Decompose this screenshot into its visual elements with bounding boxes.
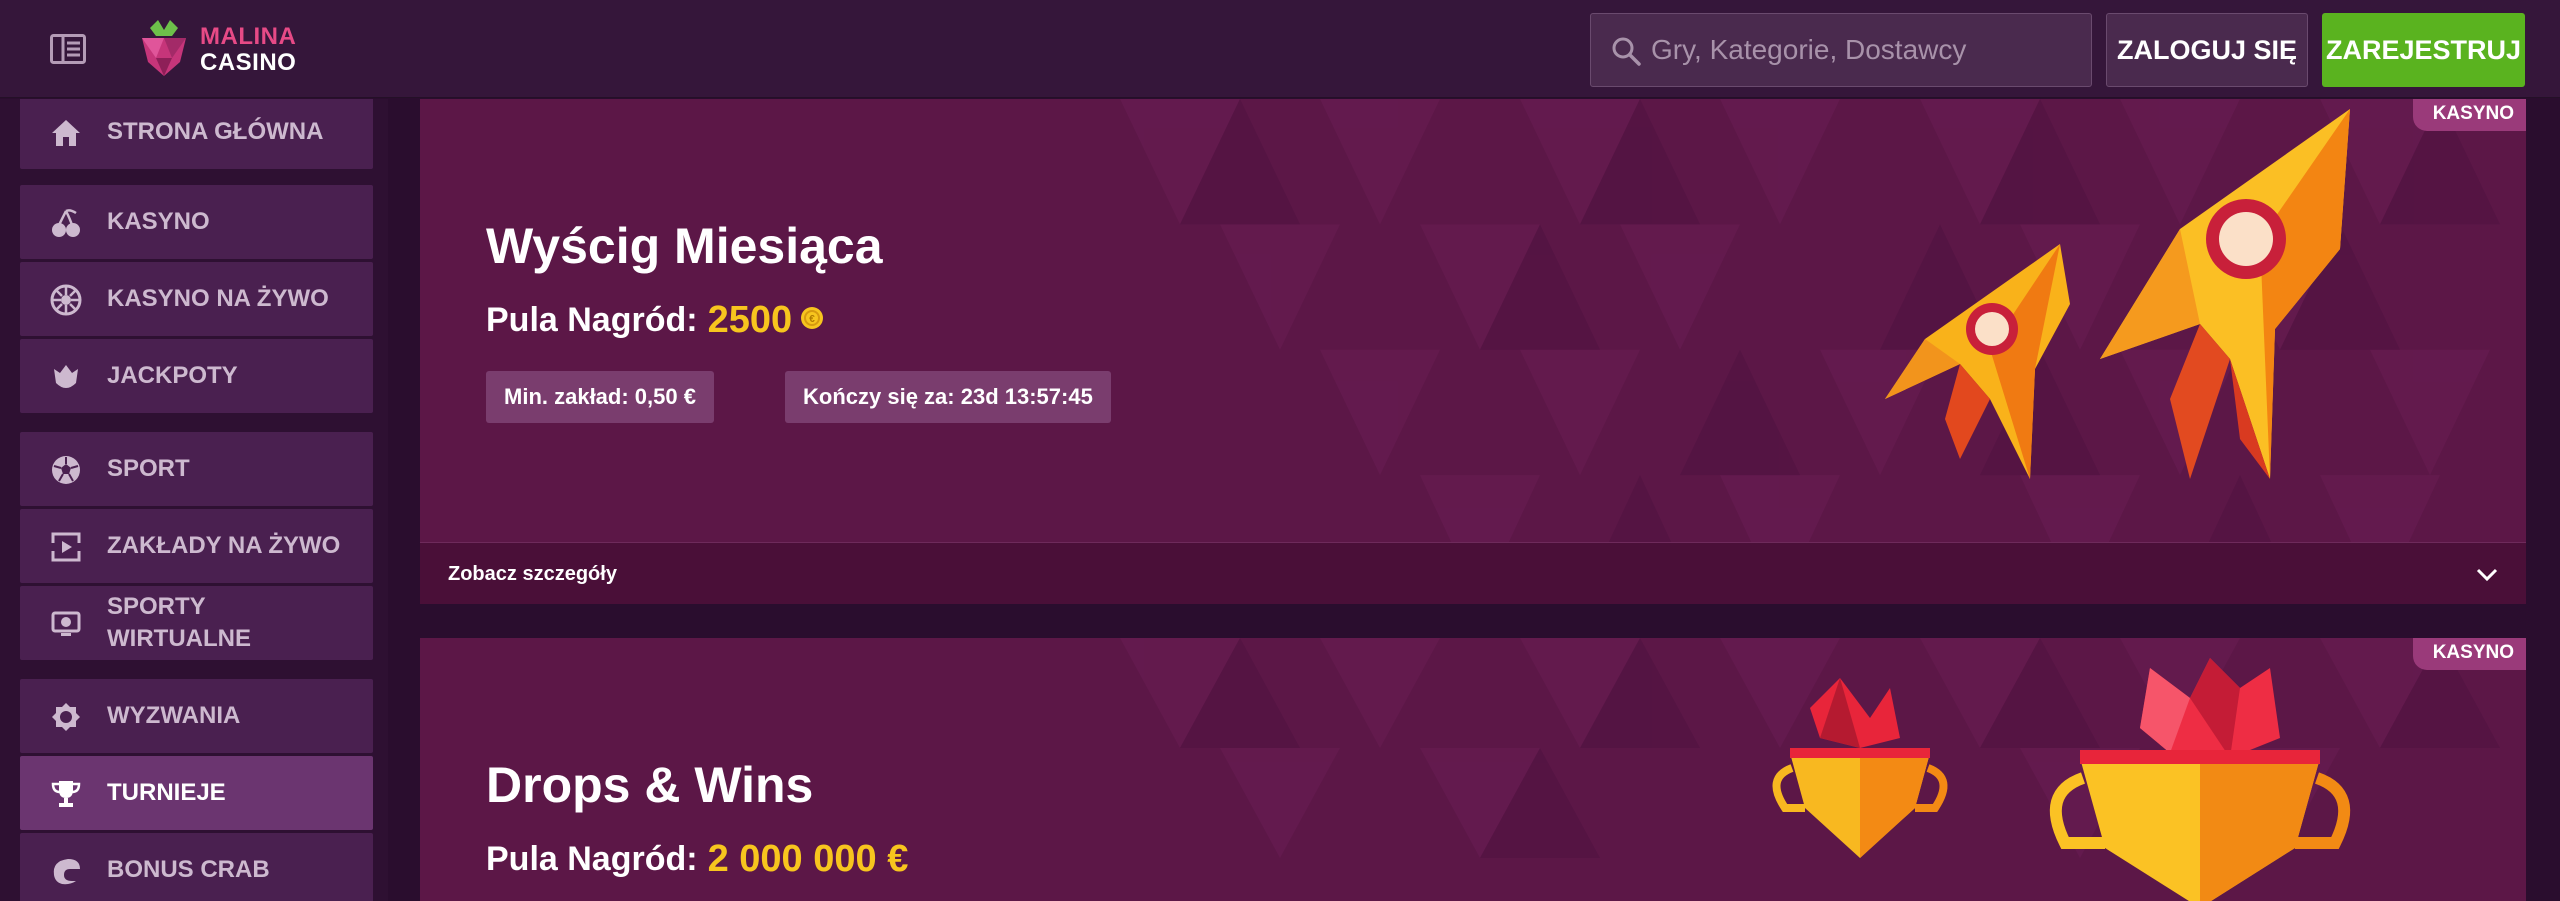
logo-wordmark: MALINA CASINO <box>200 24 296 76</box>
tournaments-main: KASYNO Wyścig Miesiąca Pula Nagród: 2500… <box>388 99 2560 901</box>
sidebar-item-label: SPORT <box>107 455 190 482</box>
trophies-illustration <box>1772 658 2351 901</box>
min-bet-chip: Min. zakład: 0,50 € <box>486 371 714 423</box>
sidebar-item-label: BONUS CRAB <box>107 856 270 883</box>
home-icon <box>52 120 80 146</box>
prize-label: Pula Nagród: <box>486 301 698 339</box>
prize-value: 2 000 000 € <box>707 838 909 880</box>
sidebar-item-label: STRONA GŁÓWNA <box>107 118 324 145</box>
coin-icon: € <box>801 306 824 329</box>
sidebar-item-label: TURNIEJE <box>107 779 226 806</box>
sidebar-item-sport[interactable]: SPORT <box>20 432 373 506</box>
jackpot-icon <box>54 365 78 388</box>
prize-pool: Pula Nagród: 2500 € <box>486 299 824 342</box>
sidebar-item-jackpots[interactable]: JACKPOTY <box>20 339 373 413</box>
logo-line-1: MALINA <box>200 23 297 50</box>
sidebar-item-home[interactable]: STRONA GŁÓWNA <box>20 99 373 169</box>
prize-pool: Pula Nagród: 2 000 000 € <box>486 838 908 881</box>
countdown-chip: Kończy się za: 23d 13:57:45 <box>785 371 1111 423</box>
sidebar-item-challenges[interactable]: WYZWANIA <box>20 679 373 753</box>
raspberry-logo-icon <box>142 20 186 76</box>
roulette-icon <box>50 284 82 316</box>
sidebar-item-live-betting[interactable]: ZAKŁADY NA ŻYWO <box>20 509 373 583</box>
trophy-icon <box>51 781 81 807</box>
cherries-icon <box>52 209 80 237</box>
sidebar-item-virtual-sports[interactable]: SPORTY WIRTUALNE <box>20 586 373 660</box>
sidebar-item-label: SPORTY WIRTUALNE <box>107 593 251 652</box>
sidebar-item-label: ZAKŁADY NA ŻYWO <box>107 532 341 559</box>
tournament-title: Drops & Wins <box>486 757 814 813</box>
sidebar-nav: STRONA GŁÓWNA KASYNO KASYNO NA ŻYWO JACK… <box>0 99 388 901</box>
tournament-card: KASYNO Drops & Wins Pula Nagród: 2 000 0… <box>420 638 2526 901</box>
live-play-icon <box>51 532 81 562</box>
tournament-title: Wyścig Miesiąca <box>486 218 883 274</box>
search-icon <box>1612 37 1641 66</box>
sidebar-item-bonus-crab[interactable]: BONUS CRAB <box>20 833 373 901</box>
register-button[interactable]: ZAREJESTRUJ <box>2322 13 2525 87</box>
sidebar-item-casino[interactable]: KASYNO <box>20 185 373 259</box>
sidebar-item-label: KASYNO NA ŻYWO <box>107 285 329 312</box>
football-icon <box>52 456 80 484</box>
sidebar-item-label: JACKPOTY <box>107 362 238 389</box>
sidebar-item-label: WYZWANIA <box>107 702 241 729</box>
logo-line-2: CASINO <box>200 49 297 76</box>
malina-casino-logo[interactable]: MALINA CASINO <box>136 18 326 80</box>
crab-claw-icon <box>53 859 80 885</box>
category-badge: KASYNO <box>2412 99 2526 131</box>
chevron-down-icon <box>2476 568 2498 582</box>
see-details-toggle[interactable]: Zobacz szczegóły <box>420 542 2526 604</box>
svg-text:€: € <box>809 314 815 325</box>
tournament-card: KASYNO Wyścig Miesiąca Pula Nagród: 2500… <box>420 99 2526 604</box>
badge-icon <box>52 703 80 731</box>
sidebar-item-label: KASYNO <box>107 208 210 235</box>
virtual-sports-icon <box>51 611 81 636</box>
sidebar-item-tournaments[interactable]: TURNIEJE <box>20 756 373 830</box>
rockets-illustration <box>1885 109 2350 479</box>
top-header: MALINA CASINO ZALOGUJ SIĘ ZAREJESTRUJ <box>0 0 2560 98</box>
sidebar-item-live-casino[interactable]: KASYNO NA ŻYWO <box>20 262 373 336</box>
search-box[interactable] <box>1590 13 2092 87</box>
search-input[interactable] <box>1651 14 2081 86</box>
see-details-label: Zobacz szczegóły <box>448 563 617 585</box>
login-button[interactable]: ZALOGUJ SIĘ <box>2106 13 2308 87</box>
prize-value: 2500 <box>707 299 793 341</box>
sidebar-toggle-icon[interactable] <box>50 34 86 64</box>
prize-label: Pula Nagród: <box>486 840 698 878</box>
